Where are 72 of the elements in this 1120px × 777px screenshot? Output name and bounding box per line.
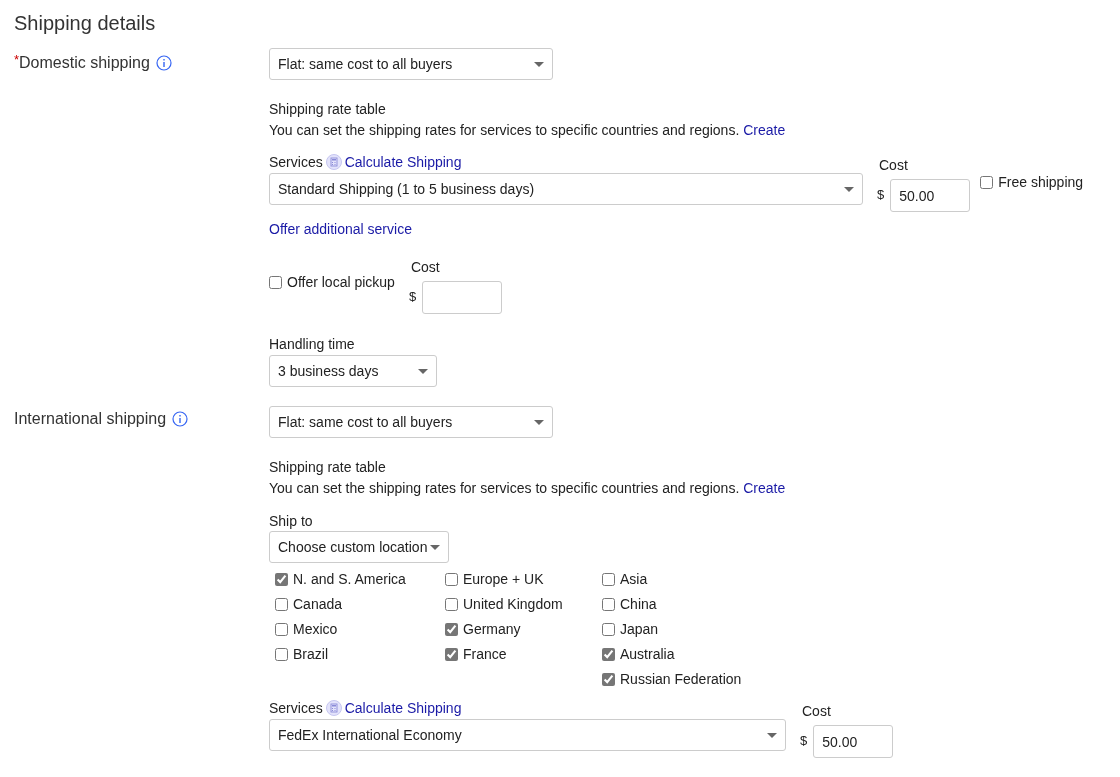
caret-icon <box>844 186 854 192</box>
offer-additional-service-link[interactable]: Offer additional service <box>269 220 412 238</box>
description-text: You can set the shipping rates for services to specific countries and regions. <box>269 122 740 138</box>
checkbox[interactable] <box>980 175 994 189</box>
cost-label: Cost <box>878 156 909 175</box>
checkbox[interactable] <box>275 572 288 586</box>
info-icon[interactable] <box>155 55 172 71</box>
cost-input[interactable] <box>422 281 503 314</box>
caret-icon <box>534 419 544 425</box>
currency-symbol: $ <box>408 288 417 306</box>
checkbox[interactable] <box>445 597 458 611</box>
caret-icon <box>767 732 777 738</box>
checkbox[interactable] <box>602 622 615 636</box>
ship-to-dropdown[interactable]: Choose custom location <box>269 531 449 563</box>
cost-label: Cost <box>801 702 832 721</box>
checkbox-label: Mexico <box>293 619 338 639</box>
calculate-shipping-link[interactable]: Calculate Shipping <box>344 699 462 717</box>
checkbox-label: Offer local pickup <box>287 272 395 292</box>
checkbox-label: Canada <box>293 594 343 614</box>
shipping-type-dropdown[interactable]: Flat: same cost to all buyers <box>269 48 553 80</box>
calculate-shipping-link[interactable]: Calculate Shipping <box>344 153 462 171</box>
calculator-icon <box>325 154 342 170</box>
currency-symbol: $ <box>800 732 808 750</box>
info-icon[interactable] <box>172 411 189 427</box>
shipping-service-dropdown[interactable]: FedEx International Economy <box>269 719 786 751</box>
checkbox[interactable] <box>275 622 288 636</box>
field-label: Handling time <box>269 335 356 353</box>
handling-time-dropdown[interactable]: 3 business days <box>269 355 437 387</box>
checkbox-label: Russian Federation <box>620 669 742 689</box>
caret-icon <box>534 61 544 67</box>
field-label: Domestic shipping <box>19 53 150 73</box>
checkbox[interactable] <box>445 622 458 636</box>
create-link[interactable]: Create <box>743 480 786 496</box>
description-text: You can set the shipping rates for services to specific countries and regions. <box>269 480 740 496</box>
checkbox[interactable] <box>269 275 282 289</box>
checkbox[interactable] <box>275 597 288 611</box>
checkbox[interactable] <box>602 672 615 686</box>
caret-icon <box>430 544 440 550</box>
checkbox[interactable] <box>602 572 615 586</box>
checkbox-label: Germany <box>463 619 521 639</box>
section-title: Shipping rate table <box>269 100 387 119</box>
field-label: International shipping <box>14 409 167 429</box>
checkbox-label: United Kingdom <box>463 594 563 614</box>
field-label: Ship to <box>269 512 314 530</box>
create-link[interactable]: Create <box>743 122 786 138</box>
checkbox-label: Europe + UK <box>463 569 544 589</box>
checkbox[interactable] <box>275 647 288 661</box>
checkbox[interactable] <box>602 597 615 611</box>
checkbox-label: Asia <box>620 569 648 589</box>
checkbox[interactable] <box>602 647 615 661</box>
checkbox[interactable] <box>445 647 458 661</box>
checkbox-label: Australia <box>620 644 675 664</box>
cost-input[interactable]: 50.00 <box>813 725 894 758</box>
services-label: Services <box>269 699 323 717</box>
checkbox-label: China <box>620 594 657 614</box>
checkbox-label: N. and S. America <box>293 569 406 589</box>
checkbox-label: Free shipping <box>998 172 1084 192</box>
page-title: Shipping details <box>14 11 157 36</box>
shipping-service-dropdown[interactable]: Standard Shipping (1 to 5 business days) <box>269 173 863 205</box>
checkbox[interactable] <box>445 572 458 586</box>
cost-input[interactable]: 50.00 <box>890 179 971 212</box>
services-label: Services <box>269 153 323 171</box>
checkbox-label: Brazil <box>293 644 328 664</box>
checkbox-label: Japan <box>620 619 659 639</box>
shipping-type-dropdown[interactable]: Flat: same cost to all buyers <box>269 406 553 438</box>
cost-label: Cost <box>409 258 441 277</box>
caret-icon <box>418 368 428 374</box>
required-mark: * <box>14 53 20 67</box>
section-title: Shipping rate table <box>269 458 387 477</box>
currency-symbol: $ <box>877 186 885 204</box>
calculator-icon <box>325 700 342 716</box>
checkbox-label: France <box>463 644 507 664</box>
